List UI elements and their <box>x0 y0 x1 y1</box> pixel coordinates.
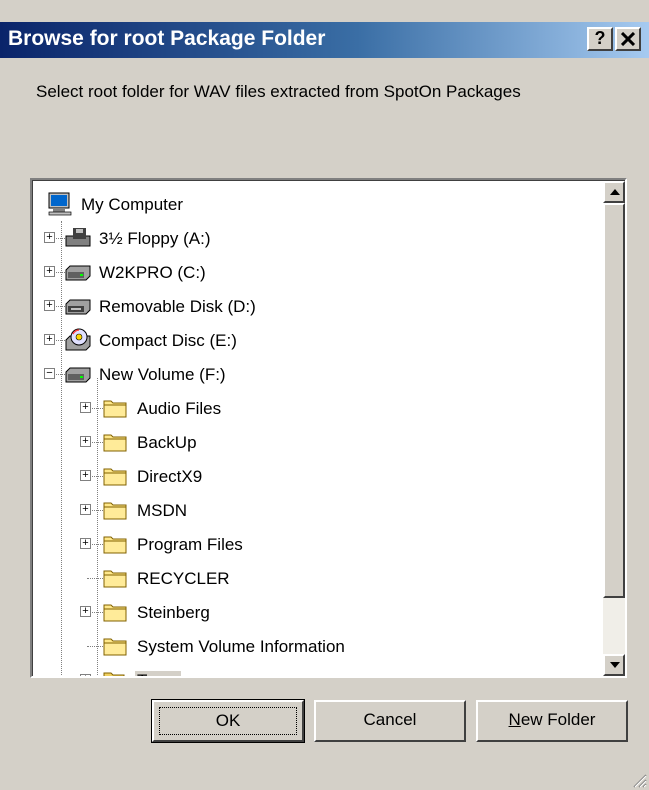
new-folder-button[interactable]: New Folder <box>476 700 628 742</box>
title-bar[interactable]: Browse for root Package Folder ? <box>0 22 649 58</box>
scroll-down-button[interactable] <box>603 654 625 676</box>
tree-item-label: My Computer <box>81 195 184 214</box>
tree-item-label: New Volume (F:) <box>99 365 226 384</box>
tree-connector <box>61 221 62 675</box>
folder-icon <box>103 434 127 452</box>
instruction-text: Select root folder for WAV files extract… <box>36 82 521 101</box>
expand-button[interactable]: + <box>44 266 55 277</box>
expand-button[interactable]: + <box>80 504 91 515</box>
vertical-scrollbar[interactable] <box>603 181 625 676</box>
expand-button[interactable]: + <box>44 300 55 311</box>
folder-icon <box>103 570 127 588</box>
scroll-up-button[interactable] <box>603 181 625 203</box>
hard-drive-icon <box>65 265 91 281</box>
new-folder-label: New Folder <box>508 710 596 729</box>
folder-icon <box>103 638 127 656</box>
expand-button[interactable]: + <box>44 232 55 243</box>
hard-drive-icon <box>65 367 91 383</box>
folder-icon <box>103 604 127 622</box>
collapse-button[interactable]: − <box>44 368 55 379</box>
folder-tree[interactable]: My Computer + 3½ Floppy (A:) + W2KPRO (C… <box>30 178 627 678</box>
resize-grip-icon[interactable] <box>631 772 647 788</box>
ok-button[interactable]: OK <box>151 699 305 743</box>
computer-icon <box>48 192 72 216</box>
tree-item-label: MSDN <box>137 501 188 520</box>
cancel-button[interactable]: Cancel <box>314 700 466 742</box>
arrow-down-icon <box>610 662 620 668</box>
scroll-thumb[interactable] <box>603 203 625 598</box>
tree-item-label: RECYCLER <box>137 569 230 588</box>
folder-icon <box>103 468 127 486</box>
arrow-up-icon <box>610 189 620 195</box>
expand-button[interactable]: + <box>44 334 55 345</box>
cd-drive-icon <box>65 328 91 351</box>
tree-item-label: Audio Files <box>137 399 222 418</box>
folder-icon <box>103 536 127 554</box>
tree-connector <box>97 378 98 675</box>
tree-item-label: 3½ Floppy (A:) <box>99 229 211 248</box>
tree-item-label: Steinberg <box>137 603 210 622</box>
browse-folder-dialog: Browse for root Package Folder ? Select … <box>0 0 649 790</box>
expand-button[interactable]: + <box>80 606 91 617</box>
close-icon <box>620 31 636 47</box>
expand-button[interactable]: + <box>80 470 91 481</box>
tree-item-label: System Volume Information <box>137 637 345 656</box>
tree-item-label: Program Files <box>137 535 243 554</box>
tree-item-label: Temp <box>135 671 181 676</box>
folder-icon <box>103 400 127 418</box>
expand-button[interactable]: + <box>80 538 91 549</box>
tree-item-label: DirectX9 <box>137 467 203 486</box>
expand-button[interactable]: + <box>80 402 91 413</box>
tree-item-label: Compact Disc (E:) <box>99 331 237 350</box>
folder-icon <box>103 502 127 520</box>
removable-disk-icon <box>65 299 91 315</box>
tree-item-label: W2KPRO (C:) <box>99 263 206 282</box>
floppy-drive-icon <box>65 228 91 247</box>
ok-label: OK <box>159 707 297 735</box>
expand-button[interactable]: + <box>80 436 91 447</box>
close-button[interactable] <box>615 27 641 51</box>
expand-button[interactable]: + <box>80 674 91 676</box>
window-title: Browse for root Package Folder <box>8 27 326 50</box>
help-button[interactable]: ? <box>587 27 613 51</box>
open-folder-icon <box>103 672 125 676</box>
tree-item-label: BackUp <box>137 433 197 452</box>
tree-item-label: Removable Disk (D:) <box>99 297 256 316</box>
